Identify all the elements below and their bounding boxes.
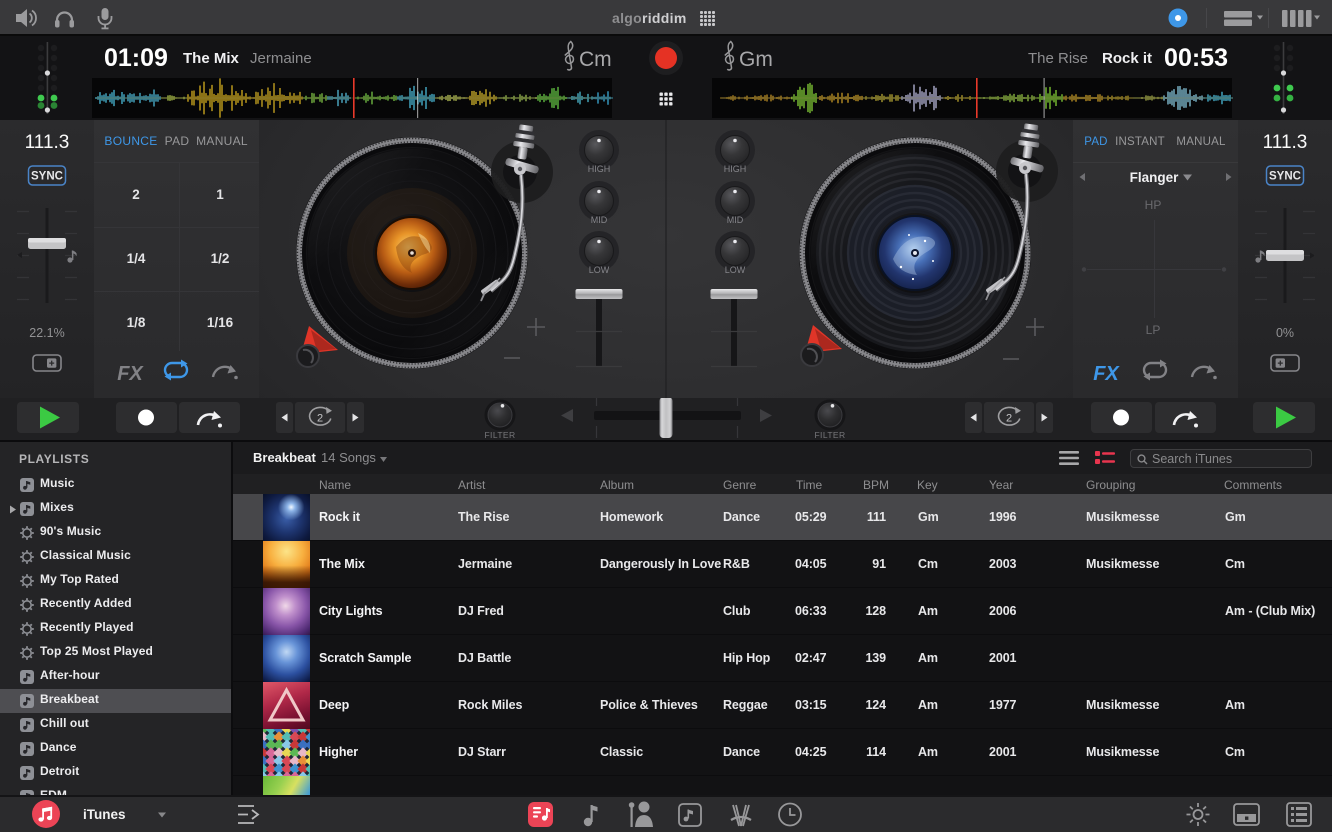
svg-text:MANUAL: MANUAL [1176,136,1226,148]
svg-text:FILTER: FILTER [484,430,515,440]
svg-text:2: 2 [132,187,140,202]
svg-text:Jermaine: Jermaine [250,50,312,67]
svg-text:HIGH: HIGH [588,164,611,174]
svg-text:0%: 0% [1276,326,1294,340]
svg-text:1: 1 [216,187,224,202]
svg-text:1/4: 1/4 [127,251,146,266]
svg-text:Rock it: Rock it [1102,50,1152,67]
svg-text:111.3: 111.3 [1263,132,1308,153]
svg-text:SYNC: SYNC [1269,171,1301,183]
svg-text:LOW: LOW [589,265,610,275]
svg-text:1/16: 1/16 [207,315,234,330]
svg-text:MID: MID [591,215,608,225]
svg-text:Gm: Gm [739,48,773,71]
svg-text:00:53: 00:53 [1164,44,1228,72]
svg-text:HIGH: HIGH [724,164,747,174]
svg-text:FX: FX [117,363,144,385]
svg-text:The Rise: The Rise [1028,50,1088,67]
svg-text:MANUAL: MANUAL [196,134,248,148]
svg-text:01:09: 01:09 [104,44,168,72]
svg-text:22.1%: 22.1% [29,326,64,340]
svg-text:BOUNCE: BOUNCE [104,134,157,148]
svg-text:111.3: 111.3 [25,132,70,153]
svg-text:Flanger: Flanger [1130,170,1180,185]
svg-text:PAD: PAD [1084,136,1107,148]
svg-text:1/2: 1/2 [211,251,230,266]
svg-text:HP: HP [1145,198,1162,212]
svg-text:algoriddim: algoriddim [612,10,687,26]
svg-text:iTunes: iTunes [83,807,126,822]
svg-text:FX: FX [1093,363,1120,385]
svg-text:FILTER: FILTER [814,430,845,440]
svg-text:MID: MID [727,215,744,225]
svg-text:LP: LP [1146,323,1161,337]
svg-text:SYNC: SYNC [31,171,63,183]
svg-text:Cm: Cm [579,48,612,71]
svg-text:PAD: PAD [165,134,190,148]
svg-text:INSTANT: INSTANT [1115,136,1165,148]
svg-text:The Mix: The Mix [183,50,239,67]
svg-text:LOW: LOW [725,265,746,275]
svg-text:1/8: 1/8 [127,315,146,330]
